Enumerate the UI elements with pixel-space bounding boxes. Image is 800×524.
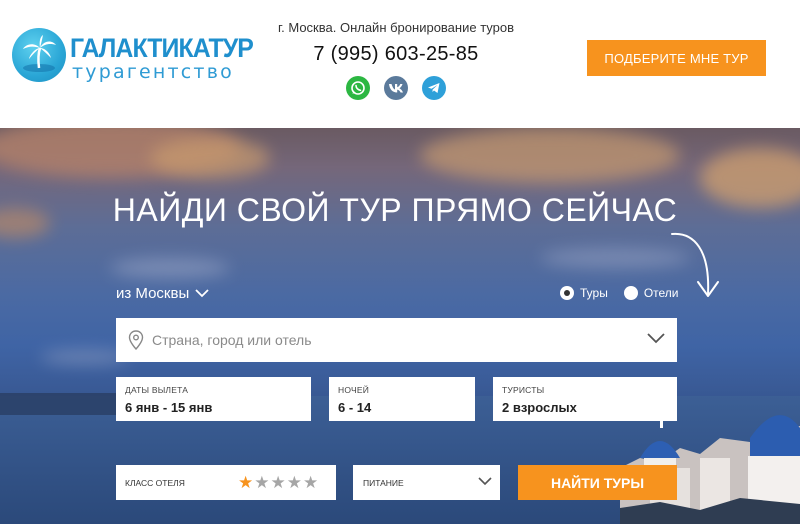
star-rating: ★ ★ ★ ★ ★: [238, 473, 318, 493]
star-icon[interactable]: ★: [271, 473, 286, 493]
tagline: г. Москва. Онлайн бронирование туров: [277, 20, 515, 35]
hero-search-section: НАЙДИ СВОЙ ТУР ПРЯМО СЕЙЧАС из Москвы Ту…: [0, 128, 800, 524]
nights-field[interactable]: НОЧЕЙ 6 - 14: [329, 377, 475, 421]
logo-name: ГАЛАКТИКАТУР: [70, 33, 254, 63]
nights-value: 6 - 14: [338, 400, 372, 415]
cloud-decoration: [110, 258, 230, 278]
cloud-decoration: [150, 138, 270, 178]
tourists-label: ТУРИСТЫ: [502, 385, 545, 395]
radio-tours[interactable]: Туры: [560, 286, 608, 300]
departure-dates-value: 6 янв - 15 янв: [125, 400, 213, 415]
meal-label: ПИТАНИЕ: [363, 477, 404, 488]
telegram-icon[interactable]: [422, 76, 446, 100]
logo-subtitle: турагентство: [72, 61, 234, 83]
tourists-field[interactable]: ТУРИСТЫ 2 взрослых: [493, 377, 677, 421]
star-icon[interactable]: ★: [238, 473, 253, 493]
star-icon[interactable]: ★: [303, 473, 318, 493]
radio-hotels-indicator[interactable]: [623, 286, 638, 300]
pick-tour-button[interactable]: ПОДБЕРИТЕ МНЕ ТУР: [587, 40, 766, 76]
departure-city-select[interactable]: из Москвы: [116, 285, 209, 302]
chevron-down-icon: [195, 289, 209, 298]
whatsapp-icon[interactable]: [346, 76, 370, 100]
phone-link[interactable]: 7 (995) 603-25-85: [270, 43, 522, 66]
departure-city-label: из Москвы: [116, 285, 190, 302]
social-links: [270, 76, 522, 100]
destination-search[interactable]: [116, 318, 677, 362]
radio-tours-label: Туры: [580, 286, 608, 300]
destination-input[interactable]: [152, 332, 632, 348]
radio-hotels-label: Отели: [643, 286, 679, 300]
hero-title: НАЙДИ СВОЙ ТУР ПРЯМО СЕЙЧАС: [112, 192, 678, 228]
hotel-class-field: КЛАСС ОТЕЛЯ ★ ★ ★ ★ ★: [116, 465, 336, 500]
logo[interactable]: ГАЛАКТИКАТУР турагентство: [12, 28, 254, 84]
header-contacts: г. Москва. Онлайн бронирование туров 7 (…: [270, 20, 522, 100]
hotel-class-label: КЛАСС ОТЕЛЯ: [125, 477, 185, 488]
site-header: ГАЛАКТИКАТУР турагентство г. Москва. Онл…: [0, 0, 800, 128]
star-icon[interactable]: ★: [254, 473, 269, 493]
nights-label: НОЧЕЙ: [338, 385, 370, 395]
tourists-value: 2 взрослых: [502, 400, 577, 415]
meal-select[interactable]: ПИТАНИЕ: [353, 465, 500, 500]
search-type-toggle: Туры Отели: [560, 286, 687, 300]
find-tours-button[interactable]: НАЙТИ ТУРЫ: [518, 465, 677, 500]
location-pin-icon: [128, 330, 144, 350]
star-icon[interactable]: ★: [287, 473, 302, 493]
chevron-down-icon[interactable]: [647, 332, 665, 344]
departure-dates-label: ДАТЫ ВЫЛЕТА: [125, 385, 189, 395]
radio-tours-indicator[interactable]: [560, 286, 574, 300]
vk-icon[interactable]: [384, 76, 408, 100]
chevron-down-icon: [478, 477, 492, 486]
cloud-decoration: [420, 128, 680, 183]
departure-dates-field[interactable]: ДАТЫ ВЫЛЕТА 6 янв - 15 янв: [116, 377, 311, 421]
radio-hotels[interactable]: Отели: [623, 286, 679, 300]
palm-island-icon: [12, 28, 66, 82]
